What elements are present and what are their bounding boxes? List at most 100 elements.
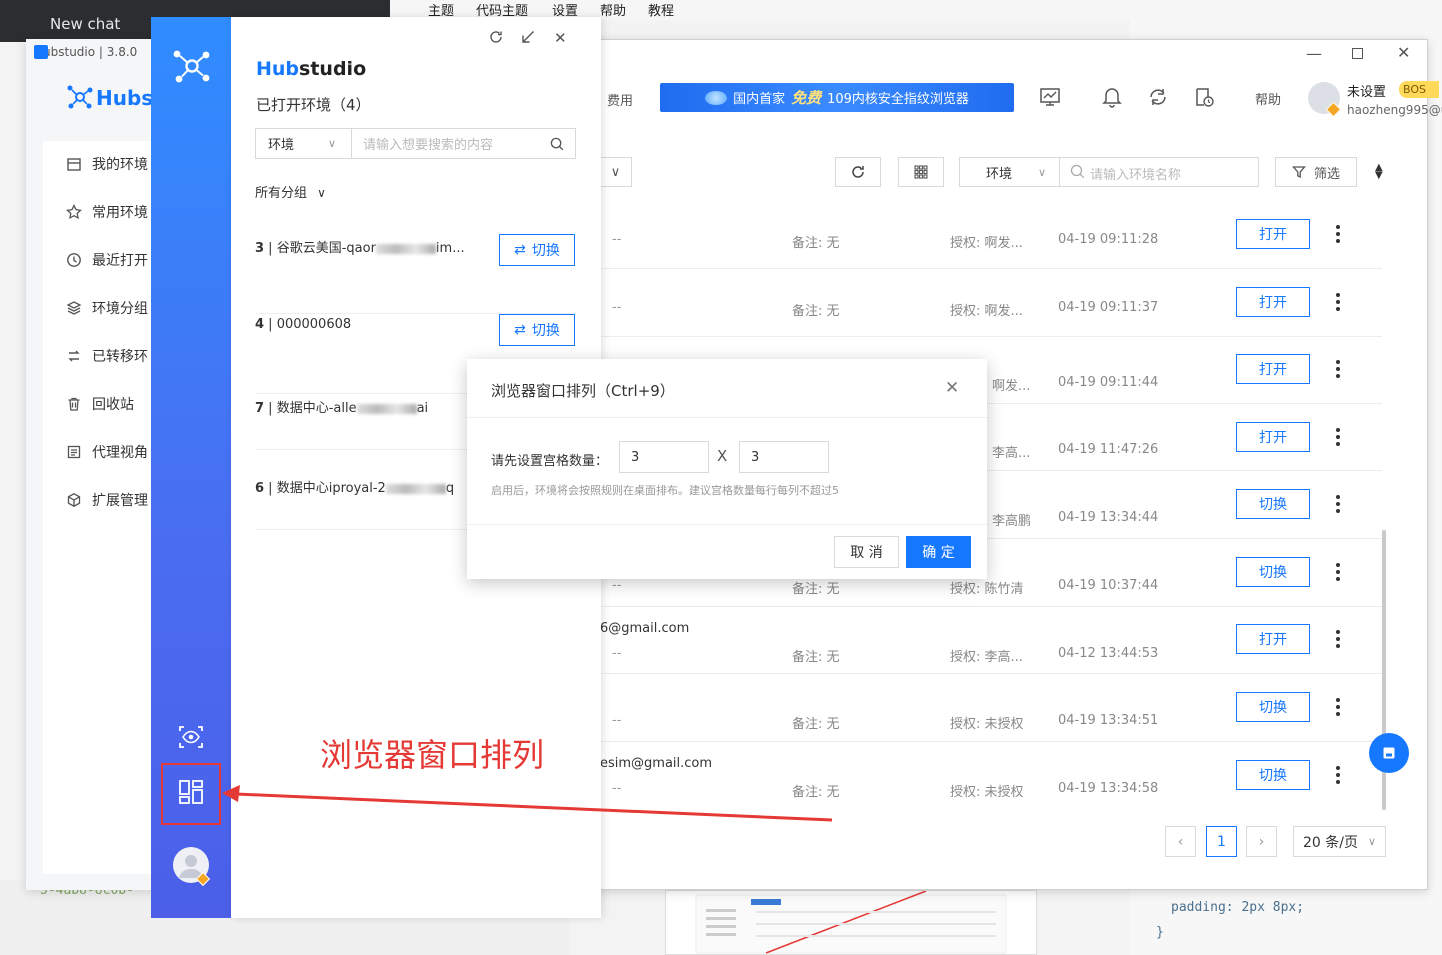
more-icon[interactable] [1334,624,1342,654]
code-line: padding: 2px 8px; [1171,900,1305,915]
dialog-divider [467,524,987,525]
table-row: -- 备注: 无 授权: 啊发... 04-19 09:11:28 打开 [600,202,1382,269]
eye-scan-icon[interactable] [178,724,204,754]
group-select[interactable]: ∨ [600,157,632,187]
annotation-arrow [222,785,833,822]
row-time: 04-19 09:11:28 [1058,232,1159,247]
nav-label: 环境分组 [92,301,148,317]
refresh-icon [852,166,864,178]
floating-save-button[interactable] [1369,733,1409,773]
close-icon[interactable]: ✕ [1397,43,1410,62]
env-type-select[interactable]: 环境 ∨ [959,157,1060,187]
row-open-button[interactable]: 打开 [1236,624,1310,654]
page-1-button[interactable]: 1 [1206,826,1237,857]
nav-recent[interactable]: 最近打开 [66,250,148,270]
refresh-button[interactable] [835,157,881,187]
switch-button[interactable]: ⇄ 切换 [499,234,575,266]
nav-common-env[interactable]: 常用环境 [66,202,148,222]
opened-env-label[interactable]: 4 | 000000608 [255,317,351,332]
confirm-button[interactable]: 确 定 [906,536,971,568]
row-note: 备注: 无 [792,717,840,732]
help-link[interactable]: 帮助 [1255,89,1281,108]
more-icon[interactable] [1334,760,1342,790]
row-switch-button[interactable]: 切换 [1236,760,1310,790]
filter-button[interactable]: 筛选 [1275,157,1357,187]
group-filter-label: 所有分组 [255,186,308,201]
row-switch-button[interactable]: 切换 [1236,557,1310,587]
hub-logo-icon [172,47,212,89]
layers-icon [66,301,82,315]
sort-icon[interactable]: ▲ ▼ [1375,163,1383,181]
nav-extensions[interactable]: 扩展管理 [66,490,148,510]
row-auth: 授权: 啊发... [950,236,1023,251]
row-switch-button[interactable]: 切换 [1236,489,1310,519]
more-icon[interactable] [1334,489,1342,519]
group-filter[interactable]: 所有分组 ∨ [255,182,326,201]
dialog-title: 浏览器窗口排列（Ctrl+9） [491,382,675,400]
refresh-icon[interactable] [489,30,503,48]
popup-avatar[interactable] [173,847,211,887]
table-row: 6@gmail.com -- 备注: 无 授权: 李高... 04-12 13:… [600,607,1382,674]
promo-banner[interactable]: 国内首家 免费 109内核安全指纹浏览器 [660,83,1014,112]
search-icon [550,137,564,151]
popup-search-placeholder: 请输入想要搜索的内容 [363,138,494,153]
dialog-close-icon[interactable]: ✕ [945,378,959,398]
row-auth: 李高鹏 [992,514,1032,529]
fee-link[interactable]: 费用 [607,90,633,109]
row-open-button[interactable]: 打开 [1236,287,1310,317]
menu-tutorial[interactable]: 教程 [648,0,674,19]
more-icon[interactable] [1334,287,1342,317]
table-row: -- 备注: 无 授权: 啊发... 04-19 09:11:37 打开 [600,270,1382,337]
row-note: 备注: 无 [792,236,840,251]
row-open-button[interactable]: 打开 [1236,354,1310,384]
more-icon[interactable] [1334,219,1342,249]
popup-env-select[interactable]: 环境 ∨ [255,128,352,159]
maximize-icon[interactable] [1352,48,1363,59]
nav-transferred[interactable]: 已转移环 [66,346,148,366]
page-size-select[interactable]: 20 条/页 ∨ [1293,826,1386,857]
prev-page-button[interactable]: ‹ [1165,826,1196,857]
code-line: } [1156,925,1164,940]
minimize-icon[interactable]: — [1306,44,1322,63]
grid-rows-input[interactable]: 3 [739,441,829,473]
more-icon[interactable] [1334,354,1342,384]
switch-button[interactable]: ⇄ 切换 [499,314,575,346]
more-icon[interactable] [1334,557,1342,587]
menu-help[interactable]: 帮助 [600,0,626,19]
nav-proxy-view[interactable]: 代理视角 [66,442,148,462]
sync-icon[interactable] [1147,86,1169,112]
bell-icon[interactable] [1102,86,1122,112]
next-page-button[interactable]: › [1246,826,1277,857]
cancel-button[interactable]: 取 消 [834,536,899,568]
transfer-icon [68,350,80,362]
user-name[interactable]: 未设置 [1347,81,1386,100]
row-open-button[interactable]: 打开 [1236,219,1310,249]
nav-my-env[interactable]: 我的环境 [66,154,148,174]
nav-env-group[interactable]: 环境分组 [66,298,148,318]
env-search-input[interactable]: 请输入环境名称 [1090,164,1181,183]
popup-search-input[interactable]: 请输入想要搜索的内容 [351,128,576,159]
user-avatar[interactable] [1308,82,1342,118]
opened-env-label[interactable]: 3 | 谷歌云美国-qaor im... [255,237,465,256]
doc-clock-icon[interactable] [1193,86,1215,112]
nav-recycle-bin[interactable]: 回收站 [66,394,134,414]
list-box-icon [67,445,81,459]
more-icon[interactable] [1334,422,1342,452]
row-switch-button[interactable]: 切换 [1236,692,1310,722]
popup-env-select-label: 环境 [268,138,295,153]
nav-label: 我的环境 [92,157,148,173]
monitor-icon[interactable] [1039,86,1061,112]
annotation-label: 浏览器窗口排列 [320,736,545,774]
grid-cols-input[interactable]: 3 [619,441,709,473]
shrink-icon[interactable] [521,30,535,48]
row-auth: 授权: 未授权 [950,785,1024,800]
more-icon[interactable] [1334,692,1342,722]
nav-label: 常用环境 [92,205,148,221]
opened-env-label[interactable]: 7 | 数据中心-alle ai [255,397,428,416]
opened-env-label[interactable]: 6 | 数据中心iproyal-2 q [255,477,454,496]
grid-view-button[interactable] [898,157,944,187]
popup-close-icon[interactable]: ✕ [554,29,567,47]
banner-free: 免费 [791,89,822,107]
page-size-label: 20 条/页 [1302,834,1358,851]
row-open-button[interactable]: 打开 [1236,422,1310,452]
